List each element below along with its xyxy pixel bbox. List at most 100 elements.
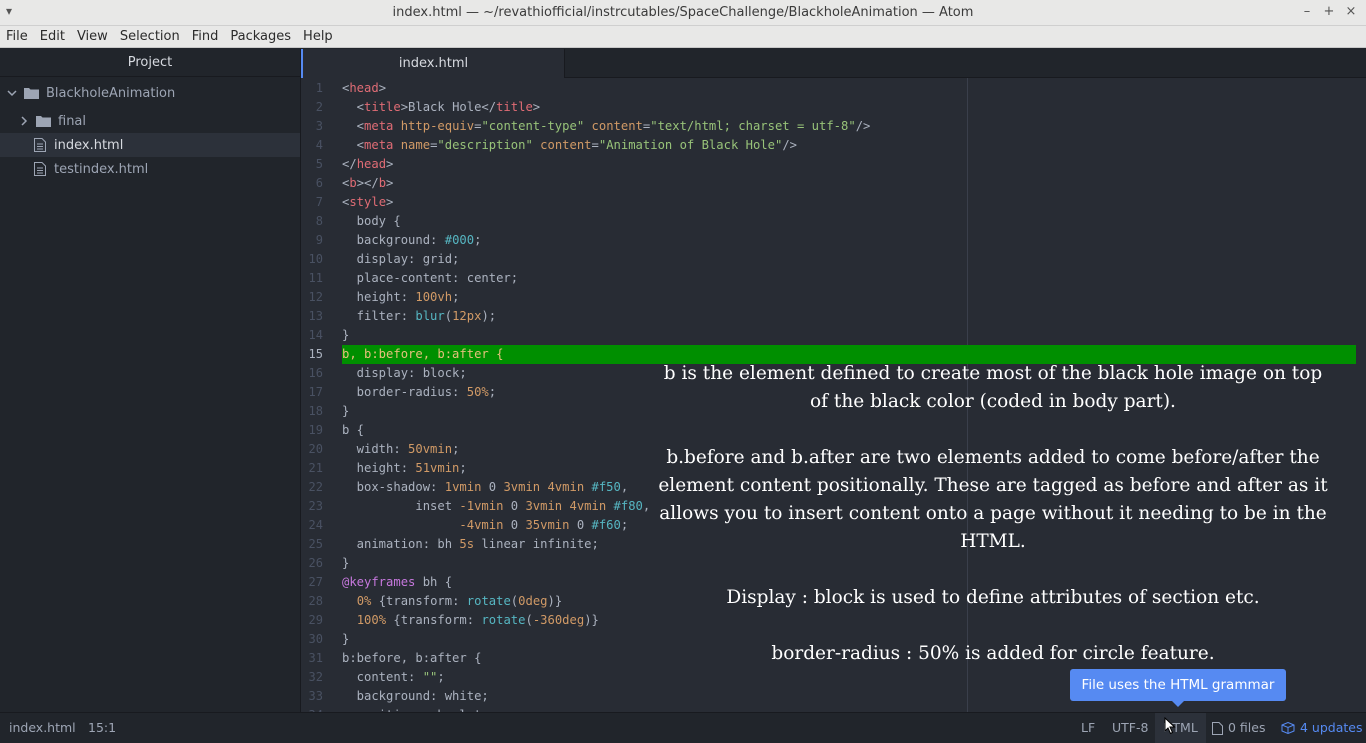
code-line[interactable]: } bbox=[342, 402, 349, 421]
line-number-gutter: 1 2 3 4 5 6 7 8 9 10 11 12 13 14 15 16 17 18 19 20 21 22 23 24 2… bbox=[301, 78, 337, 712]
mouse-pointer-icon bbox=[1164, 717, 1176, 735]
menu-find[interactable]: Find bbox=[188, 29, 223, 44]
status-git-files-label: 0 files bbox=[1228, 720, 1266, 735]
code-line[interactable]: } bbox=[342, 326, 349, 345]
tooltip-arrow bbox=[1172, 701, 1184, 707]
line-number: 20 bbox=[308, 442, 323, 456]
status-updates-label: 4 updates bbox=[1300, 720, 1363, 735]
status-file-path[interactable]: index.html bbox=[9, 713, 76, 743]
line-number: 29 bbox=[308, 613, 323, 627]
code-line[interactable]: 100% {transform: rotate(-360deg)} bbox=[342, 611, 599, 630]
code-line[interactable]: inset -1vmin 0 3vmin 4vmin #f80, bbox=[342, 497, 650, 516]
code-line[interactable]: @keyframes bh { bbox=[342, 573, 452, 592]
code-line[interactable]: <meta http-equiv="content-type" content=… bbox=[342, 117, 871, 136]
line-number: 2 bbox=[315, 100, 323, 114]
tree-item-testindex-html[interactable]: testindex.html bbox=[0, 157, 300, 181]
line-number: 22 bbox=[308, 480, 323, 494]
code-line[interactable]: animation: bh 5s linear infinite; bbox=[342, 535, 599, 554]
code-line[interactable]: body { bbox=[342, 212, 401, 231]
menu-edit[interactable]: Edit bbox=[36, 29, 69, 44]
line-number: 27 bbox=[308, 575, 323, 589]
status-encoding[interactable]: UTF-8 bbox=[1112, 713, 1148, 743]
code-line[interactable]: <meta name="description" content="Animat… bbox=[342, 136, 797, 155]
line-number: 33 bbox=[308, 689, 323, 703]
code-line[interactable]: b:before, b:after { bbox=[342, 649, 481, 668]
tree-root-folder[interactable]: BlackholeAnimation bbox=[0, 81, 300, 105]
line-number: 24 bbox=[308, 518, 323, 532]
line-number: 32 bbox=[308, 670, 323, 684]
status-line-ending[interactable]: LF bbox=[1081, 713, 1095, 743]
close-icon[interactable]: × bbox=[1342, 2, 1360, 22]
grammar-tooltip: File uses the HTML grammar bbox=[1070, 669, 1286, 707]
chevron-down-icon bbox=[6, 87, 18, 99]
folder-icon bbox=[36, 116, 51, 127]
folder-icon bbox=[24, 88, 39, 99]
annotation-paragraph: b.before and b.after are two elements ad… bbox=[658, 447, 1328, 552]
code-line[interactable]: content: ""; bbox=[342, 668, 445, 687]
code-line[interactable]: border-radius: 50%; bbox=[342, 383, 496, 402]
maximize-icon[interactable]: + bbox=[1320, 2, 1338, 22]
menu-selection[interactable]: Selection bbox=[116, 29, 184, 44]
code-line[interactable]: background: #000; bbox=[342, 231, 482, 250]
line-number: 23 bbox=[308, 499, 323, 513]
line-number: 9 bbox=[315, 233, 323, 247]
package-icon bbox=[1281, 722, 1295, 734]
status-git-files[interactable]: 0 files bbox=[1212, 713, 1265, 743]
line-number: 10 bbox=[308, 252, 323, 266]
line-number: 26 bbox=[308, 556, 323, 570]
status-grammar[interactable]: HTML bbox=[1155, 713, 1206, 743]
menu-packages[interactable]: Packages bbox=[226, 29, 295, 44]
code-line[interactable]: } bbox=[342, 630, 349, 649]
code-line[interactable]: width: 50vmin; bbox=[342, 440, 460, 459]
code-line[interactable]: 0% {transform: rotate(0deg)} bbox=[342, 592, 563, 611]
code-line[interactable]: box-shadow: 1vmin 0 3vmin 4vmin #f50, bbox=[342, 478, 629, 497]
code-line[interactable]: background: white; bbox=[342, 687, 489, 706]
annotation-paragraph: Display : block is used to define attrib… bbox=[726, 587, 1260, 608]
code-line[interactable]: <style> bbox=[342, 193, 393, 212]
line-number: 18 bbox=[308, 404, 323, 418]
tooltip-text: File uses the HTML grammar bbox=[1081, 677, 1275, 693]
tree-item-final[interactable]: final bbox=[0, 109, 300, 133]
line-number: 5 bbox=[315, 157, 323, 171]
code-line[interactable]: } bbox=[342, 554, 349, 573]
tree-item-label: testindex.html bbox=[54, 161, 149, 177]
line-number: 7 bbox=[315, 195, 323, 209]
code-line[interactable]: display: block; bbox=[342, 364, 467, 383]
file-icon bbox=[34, 138, 46, 152]
code-line[interactable]: -4vmin 0 35vmin 0 #f60; bbox=[342, 516, 628, 535]
status-updates[interactable]: 4 updates bbox=[1281, 713, 1362, 743]
file-icon bbox=[34, 162, 46, 176]
line-number: 4 bbox=[315, 138, 323, 152]
code-line[interactable]: </head> bbox=[342, 155, 393, 174]
code-line[interactable]: height: 100vh; bbox=[342, 288, 460, 307]
tree-item-label: index.html bbox=[54, 137, 124, 153]
code-line[interactable]: <head> bbox=[342, 79, 386, 98]
annotation-paragraph: b is the element defined to create most … bbox=[663, 363, 1323, 412]
code-line[interactable]: height: 51vmin; bbox=[342, 459, 467, 478]
menu-bar: File Edit View Selection Find Packages H… bbox=[0, 26, 1366, 48]
tree-root-label: BlackholeAnimation bbox=[46, 85, 176, 101]
line-number: 8 bbox=[315, 214, 323, 228]
code-line[interactable]: <title>Black Hole</title> bbox=[342, 98, 540, 117]
line-number: 14 bbox=[308, 328, 323, 342]
code-line[interactable]: display: grid; bbox=[342, 250, 460, 269]
line-number: 17 bbox=[308, 385, 323, 399]
code-line[interactable]: place-content: center; bbox=[342, 269, 518, 288]
minimize-icon[interactable]: – bbox=[1298, 2, 1316, 22]
line-number: 6 bbox=[315, 176, 323, 190]
code-line[interactable]: <b></b> bbox=[342, 174, 393, 193]
title-bar: ▾ index.html — ~/revathiofficial/instrcu… bbox=[0, 0, 1366, 26]
tree-item-index-html[interactable]: index.html bbox=[0, 133, 300, 157]
code-line[interactable]: b { bbox=[342, 421, 364, 440]
tab-index-html[interactable]: index.html bbox=[301, 49, 565, 78]
code-line[interactable]: filter: blur(12px); bbox=[342, 307, 496, 326]
tree-item-label: final bbox=[58, 113, 87, 129]
menu-file[interactable]: File bbox=[2, 29, 32, 44]
menu-help[interactable]: Help bbox=[299, 29, 337, 44]
line-number: 19 bbox=[308, 423, 323, 437]
project-tab[interactable]: Project bbox=[0, 49, 300, 77]
annotation-paragraph: border-radius : 50% is added for circle … bbox=[771, 643, 1215, 664]
status-cursor-position[interactable]: 15:1 bbox=[88, 713, 116, 743]
line-number: 16 bbox=[308, 366, 323, 380]
menu-view[interactable]: View bbox=[73, 29, 112, 44]
